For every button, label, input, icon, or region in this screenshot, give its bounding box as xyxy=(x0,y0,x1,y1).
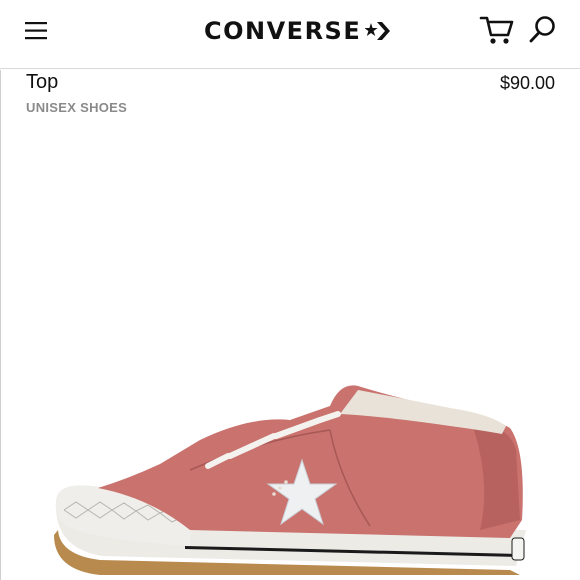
star-chevron-icon xyxy=(365,22,391,40)
search-button[interactable] xyxy=(528,14,558,46)
hamburger-menu-icon xyxy=(25,22,47,40)
menu-button[interactable] xyxy=(22,16,52,46)
content-border xyxy=(0,70,1,580)
brand-wordmark: CONVERSE xyxy=(204,17,362,45)
cart-button[interactable] xyxy=(479,13,515,47)
cart-icon xyxy=(479,16,514,44)
product-name: Top xyxy=(26,71,59,93)
sneaker-image[interactable] xyxy=(40,370,540,580)
heel-tab xyxy=(511,537,525,561)
search-icon xyxy=(529,16,555,43)
product-page: CONVERSE Top $90.00 UNISEX SHOES xyxy=(0,0,580,580)
product-category: UNISEX SHOES xyxy=(26,100,128,115)
top-navigation-bar: CONVERSE xyxy=(0,0,580,69)
product-price: $90.00 xyxy=(499,73,555,93)
converse-logo[interactable]: CONVERSE xyxy=(204,16,391,46)
